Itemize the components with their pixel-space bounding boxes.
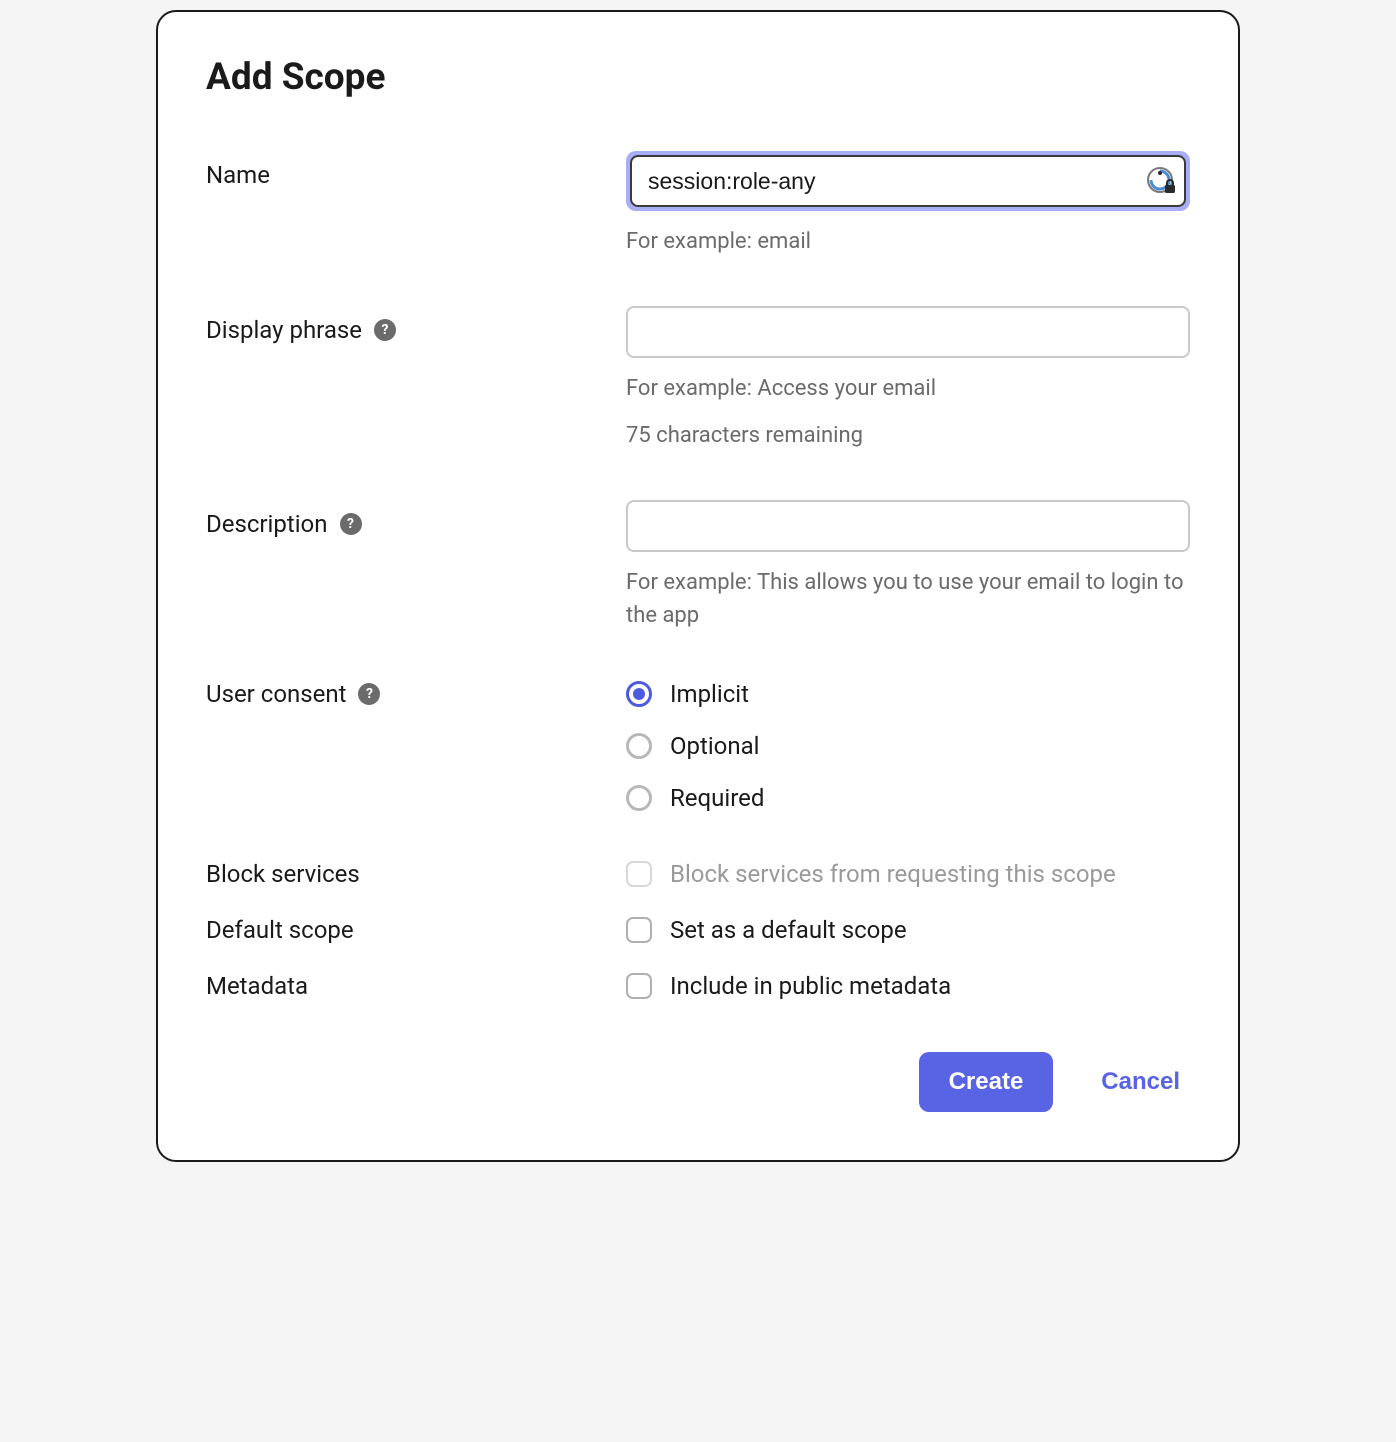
radio-implicit-label: Implicit	[670, 680, 749, 708]
label-col: Block services	[206, 860, 626, 888]
row-name: Name For example: email	[206, 151, 1190, 258]
field-col: For example: This allows you to use your…	[626, 500, 1190, 632]
user-consent-radio-group: Implicit Optional Required	[626, 680, 1190, 812]
user-consent-label: User consent	[206, 680, 346, 708]
name-input[interactable]	[630, 155, 1186, 207]
field-col: For example: email	[626, 151, 1190, 258]
row-default-scope: Default scope Set as a default scope	[206, 916, 1190, 944]
default-scope-label: Default scope	[206, 916, 354, 944]
display-phrase-input-wrap	[626, 306, 1190, 358]
create-button[interactable]: Create	[919, 1052, 1054, 1112]
row-display-phrase: Display phrase ? For example: Access you…	[206, 306, 1190, 452]
add-scope-modal: Add Scope Name For example: email	[156, 10, 1240, 1162]
row-block-services: Block services Block services from reque…	[206, 860, 1190, 888]
radio-circle-icon	[626, 681, 652, 707]
description-input-wrap	[626, 500, 1190, 552]
description-help-text: For example: This allows you to use your…	[626, 566, 1190, 632]
name-label: Name	[206, 161, 270, 189]
description-input[interactable]	[626, 500, 1190, 552]
cancel-button[interactable]: Cancel	[1091, 1052, 1190, 1112]
radio-circle-icon	[626, 733, 652, 759]
label-col: Description ?	[206, 500, 626, 538]
checkbox-icon	[626, 973, 652, 999]
help-icon[interactable]: ?	[358, 683, 380, 705]
metadata-label: Metadata	[206, 972, 308, 1000]
field-col: For example: Access your email 75 charac…	[626, 306, 1190, 452]
description-label: Description	[206, 510, 328, 538]
name-help-text: For example: email	[626, 225, 1190, 258]
button-row: Create Cancel	[206, 1052, 1190, 1112]
metadata-checkbox[interactable]: Include in public metadata	[626, 972, 1190, 1000]
block-services-checkbox-label: Block services from requesting this scop…	[670, 860, 1116, 888]
default-scope-checkbox[interactable]: Set as a default scope	[626, 916, 1190, 944]
label-col: User consent ?	[206, 680, 626, 708]
row-metadata: Metadata Include in public metadata	[206, 972, 1190, 1000]
checkbox-icon	[626, 917, 652, 943]
row-description: Description ? For example: This allows y…	[206, 500, 1190, 632]
radio-implicit[interactable]: Implicit	[626, 680, 1190, 708]
block-services-label: Block services	[206, 860, 360, 888]
display-phrase-help-text: For example: Access your email	[626, 372, 1190, 405]
radio-optional-label: Optional	[670, 732, 760, 760]
password-manager-icon[interactable]	[1146, 166, 1176, 196]
radio-optional[interactable]: Optional	[626, 732, 1190, 760]
label-col: Default scope	[206, 916, 626, 944]
label-col: Display phrase ?	[206, 306, 626, 344]
field-col: Include in public metadata	[626, 972, 1190, 1000]
field-col: Block services from requesting this scop…	[626, 860, 1190, 888]
row-user-consent: User consent ? Implicit Optional Require…	[206, 680, 1190, 812]
radio-required-label: Required	[670, 784, 764, 812]
display-phrase-input[interactable]	[626, 306, 1190, 358]
checkbox-icon	[626, 861, 652, 887]
display-phrase-remaining: 75 characters remaining	[626, 419, 1190, 452]
radio-required[interactable]: Required	[626, 784, 1190, 812]
default-scope-checkbox-label: Set as a default scope	[670, 916, 907, 944]
metadata-checkbox-label: Include in public metadata	[670, 972, 951, 1000]
name-input-wrap	[626, 151, 1190, 211]
modal-title: Add Scope	[206, 56, 1190, 99]
display-phrase-label: Display phrase	[206, 316, 362, 344]
field-col: Set as a default scope	[626, 916, 1190, 944]
field-col: Implicit Optional Required	[626, 680, 1190, 812]
label-col: Metadata	[206, 972, 626, 1000]
help-icon[interactable]: ?	[374, 319, 396, 341]
help-icon[interactable]: ?	[340, 513, 362, 535]
block-services-checkbox: Block services from requesting this scop…	[626, 860, 1190, 888]
label-col: Name	[206, 151, 626, 189]
radio-circle-icon	[626, 785, 652, 811]
